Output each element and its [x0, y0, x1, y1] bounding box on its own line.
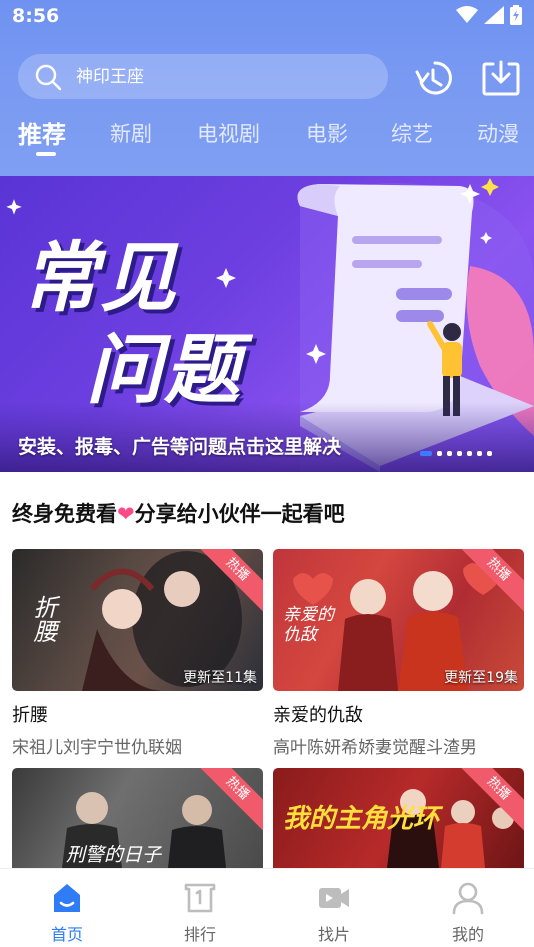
category-tabs: 推荐 新剧 电视剧 电影 综艺 动漫	[0, 118, 534, 162]
video-description: 宋祖儿刘宇宁世仇联姻	[12, 738, 182, 758]
header: 8:56 推荐 新	[0, 0, 534, 176]
episode-count: 更新至11集	[183, 670, 257, 686]
banner-pagination	[420, 451, 492, 456]
bottom-navigation: 首页 排行 找片 我的	[0, 868, 534, 947]
user-icon	[452, 882, 484, 915]
poster-title-text: 折腰	[29, 595, 57, 643]
tab-recommend[interactable]: 推荐	[18, 115, 66, 150]
wifi-icon	[456, 6, 478, 23]
nav-profile[interactable]: 我的	[428, 881, 508, 945]
video-description: 高叶陈妍希娇妻觉醒斗渣男	[273, 738, 477, 758]
tab-new-drama[interactable]: 新剧	[110, 118, 152, 148]
video-camera-icon	[319, 888, 349, 908]
poster-title-text: 我的主角光环	[283, 804, 440, 834]
search-input[interactable]	[76, 66, 356, 87]
poster-title-text: 刑警的日子	[66, 844, 162, 866]
video-card[interactable]: 折腰 热播 更新至11集 折腰 宋祖儿刘宇宁世仇联姻	[12, 549, 263, 758]
search-bar[interactable]	[18, 54, 388, 99]
share-section-title[interactable]: 终身免费看❤分享给小伙伴一起看吧	[12, 498, 345, 528]
ranking-icon	[184, 883, 216, 913]
tab-variety[interactable]: 综艺	[391, 118, 433, 148]
banner-caption: 安装、报毒、广告等问题点击这里解决	[18, 436, 342, 458]
video-card[interactable]: 亲爱的仇敌 热播 更新至19集 亲爱的仇敌 高叶陈妍希娇妻觉醒斗渣男	[273, 549, 524, 758]
banner-dot	[467, 451, 472, 456]
tab-movie[interactable]: 电影	[306, 118, 348, 148]
banner-dot	[457, 451, 462, 456]
video-poster[interactable]: 刑警的日子 热播	[12, 768, 263, 868]
status-icons	[456, 5, 522, 25]
banner-dot	[437, 451, 442, 456]
heart-icon: ❤	[117, 502, 135, 526]
episode-count: 更新至19集	[444, 670, 518, 686]
banner-dot	[447, 451, 452, 456]
video-card[interactable]: 刑警的日子 热播	[12, 768, 263, 868]
tab-active-indicator	[36, 152, 56, 156]
tab-tv-series[interactable]: 电视剧	[197, 118, 260, 148]
video-title[interactable]: 折腰	[12, 701, 263, 727]
banner-dot	[477, 451, 482, 456]
status-time: 8:56	[12, 5, 60, 27]
poster-title-text: 亲爱的仇敌	[283, 605, 334, 645]
nav-ranking[interactable]: 排行	[160, 881, 240, 945]
nav-label: 排行	[183, 925, 216, 944]
nav-home[interactable]: 首页	[27, 881, 107, 945]
banner-title-line2: 问题	[86, 325, 242, 414]
nav-label: 首页	[50, 925, 83, 944]
nav-label: 找片	[317, 925, 350, 944]
nav-label: 我的	[451, 925, 484, 944]
video-card[interactable]: 我的主角光环 热播	[273, 768, 524, 868]
video-poster[interactable]: 亲爱的仇敌 热播 更新至19集	[273, 549, 524, 691]
history-icon[interactable]	[415, 58, 455, 98]
banner-dot	[420, 451, 432, 456]
video-title[interactable]: 亲爱的仇敌	[273, 701, 524, 727]
video-poster[interactable]: 我的主角光环 热播	[273, 768, 524, 868]
share-title-after: 分享给小伙伴一起看吧	[134, 502, 345, 526]
video-poster[interactable]: 折腰 热播 更新至11集	[12, 549, 263, 691]
tab-anime[interactable]: 动漫	[477, 118, 519, 148]
banner-dot	[487, 451, 492, 456]
home-icon	[54, 884, 80, 912]
status-bar: 8:56	[0, 0, 534, 32]
search-icon	[35, 64, 62, 90]
nav-find-movies[interactable]: 找片	[294, 881, 374, 945]
battery-icon	[510, 5, 522, 25]
download-icon[interactable]	[481, 58, 521, 98]
banner-faq[interactable]: 常见 问题 安装、报毒、广告等问题点击这里解决	[0, 176, 534, 472]
share-title-before: 终身免费看	[12, 502, 117, 526]
signal-icon	[484, 6, 504, 24]
